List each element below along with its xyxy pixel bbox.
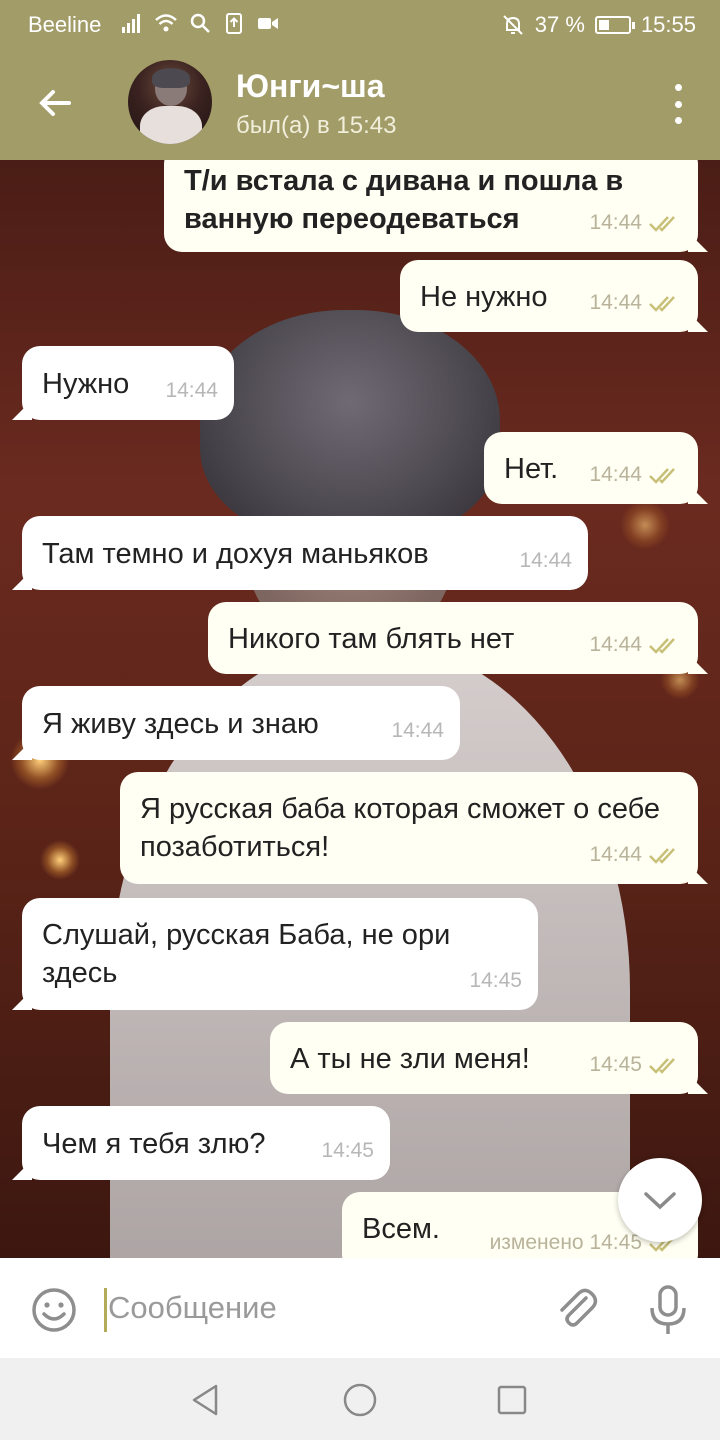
read-checks-icon [649,1058,675,1074]
message-time: 14:44 [589,843,642,866]
message-time: 14:44 [589,463,642,486]
chat-title[interactable]: Юнги~ша [236,68,384,105]
last-seen-status: был(а) в 15:43 [236,112,397,139]
message-time: 14:44 [589,211,642,234]
message-time: 14:45 [321,1139,374,1162]
read-checks-icon [649,848,675,864]
chevron-down-icon [644,1192,676,1210]
battery-icon [594,16,635,34]
nav-home-icon[interactable] [340,1380,380,1420]
message-meta: 14:44 [589,204,682,242]
message-text: Я живу здесь и знаю [42,708,319,740]
status-right: 37 % 15:55 [501,12,696,38]
battery-percent: 37 % [534,12,585,37]
message-outgoing[interactable]: Т/и встала с дивана и пошла в ванную пер… [164,160,698,252]
microphone-icon[interactable] [646,1284,690,1336]
status-bar: Beeline 37 % 15:55 [0,0,720,48]
message-outgoing[interactable]: Никого там блять нет 14:44 [208,602,698,674]
message-incoming[interactable]: Нужно 14:44 [22,346,234,420]
signal-icon [122,14,140,33]
video-icon [258,18,278,29]
message-meta: 14:45 [321,1132,374,1170]
back-button[interactable] [30,78,80,128]
message-incoming[interactable]: Там темно и дохуя маньяков 14:44 [22,516,588,590]
message-meta: 14:44 [589,284,682,322]
message-time: 14:44 [391,719,444,742]
message-incoming[interactable]: Чем я тебя злю? 14:45 [22,1106,390,1180]
message-time: 14:45 [589,1053,642,1076]
message-meta: 14:44 [589,456,682,494]
message-meta: 14:44 [165,372,218,410]
message-meta: 14:44 [589,836,682,874]
message-list[interactable]: Т/и встала с дивана и пошла в ванную пер… [0,160,720,1258]
message-time: 14:44 [589,291,642,314]
chat-header: Юнги~ша был(а) в 15:43 [0,48,720,160]
message-outgoing[interactable]: Нет. 14:44 [484,432,698,504]
clock: 15:55 [640,12,696,37]
message-meta: 14:45 [469,962,522,1000]
message-time: 14:45 [469,969,522,992]
status-icons [120,10,280,36]
message-outgoing[interactable]: Не нужно 14:44 [400,260,698,332]
mute-icon [503,15,523,35]
message-time: 14:44 [589,633,642,656]
composer-bar [0,1258,720,1358]
message-meta: 14:45 [589,1046,682,1084]
message-meta: 14:44 [391,712,444,750]
search-icon [190,13,210,33]
system-nav-bar [0,1358,720,1440]
read-checks-icon [649,216,675,232]
message-incoming[interactable]: Слушай, русская Баба, не ори здесь 14:45 [22,898,538,1010]
read-checks-icon [649,638,675,654]
more-menu-button[interactable] [666,84,690,124]
message-time: изменено 14:45 [489,1231,642,1254]
arrow-back-icon [39,90,71,116]
wifi-icon [155,14,177,32]
message-text: Слушай, русская Баба, не ори здесь [42,919,451,989]
message-input[interactable] [108,1282,508,1334]
read-checks-icon [649,468,675,484]
emoji-icon[interactable] [30,1286,78,1334]
nav-recents-icon[interactable] [492,1380,532,1420]
message-incoming[interactable]: Я живу здесь и знаю 14:44 [22,686,460,760]
paperclip-icon[interactable] [552,1284,600,1332]
message-time: 14:44 [165,379,218,402]
message-meta: 14:44 [519,542,572,580]
read-checks-icon [649,296,675,312]
carrier-label: Beeline [28,12,102,37]
message-meta: 14:44 [589,626,682,664]
message-text: Там темно и дохуя маньяков [42,538,429,570]
message-outgoing[interactable]: А ты не зли меня! 14:45 [270,1022,698,1094]
upload-icon [226,13,242,34]
text-cursor [104,1288,107,1332]
message-outgoing[interactable]: Я русская баба которая сможет о себе поз… [120,772,698,884]
avatar[interactable] [128,60,212,144]
nav-back-icon[interactable] [186,1380,226,1420]
message-time: 14:44 [519,549,572,572]
scroll-down-button[interactable] [618,1158,702,1242]
